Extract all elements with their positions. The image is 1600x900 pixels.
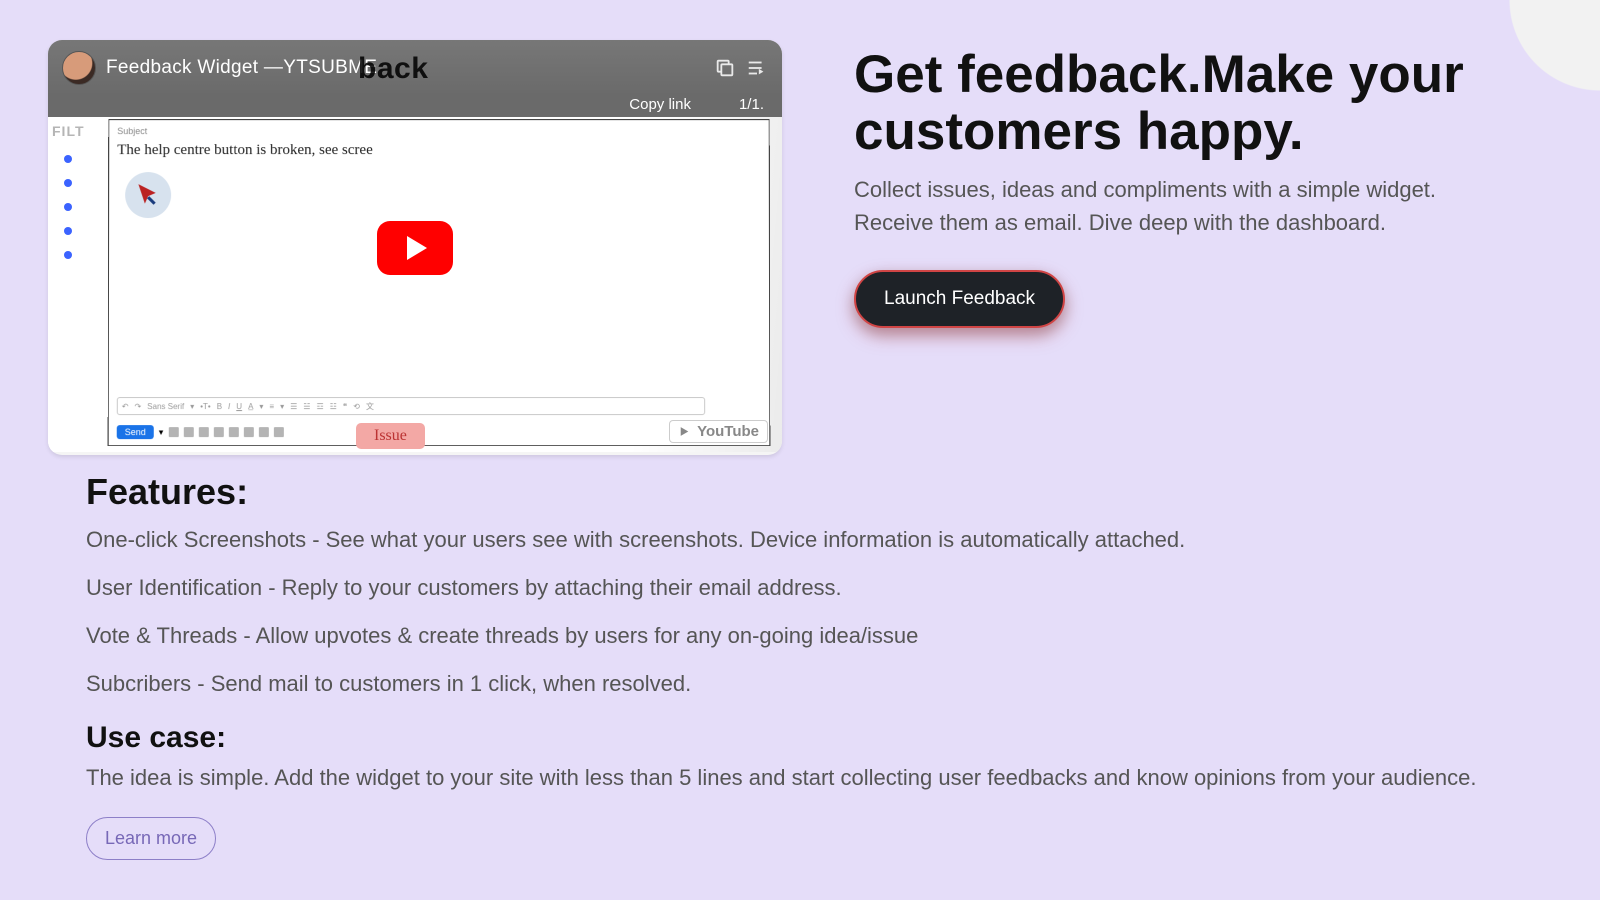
feature-item: User Identification - Reply to your cust… [86,575,1514,601]
video-body: FILT Subject The help centre button is b… [48,117,782,452]
bullet-icon [64,227,72,235]
channel-avatar [62,51,96,85]
features-heading: Features: [86,471,1514,513]
overlay-title: back [358,52,428,86]
bullet-icon [64,155,72,163]
feature-item: One-click Screenshots - See what your us… [86,527,1514,553]
bullet-icon [64,203,72,211]
copy-link-label: Copy link [629,96,691,113]
pager-label: 1/1. [739,96,764,113]
video-subheader: Copy link 1/1. [48,96,782,117]
subject-label: Subject [117,126,760,136]
bullet-icon [64,251,72,259]
send-button: Send [117,425,154,439]
learn-more-button[interactable]: Learn more [86,817,216,860]
video-header: Feedback Widget —YTSUBME back [48,40,782,96]
cursor-icon [125,172,171,218]
copy-icon [714,57,736,79]
bullet-icon [64,179,72,187]
compose-message: The help centre button is broken, see sc… [117,142,761,159]
corner-decoration [1480,0,1600,120]
compose-send-row: Send ▾ [117,425,762,439]
youtube-badge: YouTube [669,420,768,443]
usecase-text: The idea is simple. Add the widget to yo… [86,765,1514,791]
lower-section: Features: One-click Screenshots - See wh… [0,455,1600,860]
filter-label: FILT [52,123,104,139]
play-button-icon[interactable] [377,221,453,275]
compose-panel: Subject The help centre button is broken… [108,119,771,446]
issue-chip: Issue [356,423,425,449]
hero-description: Collect issues, ideas and compliments wi… [854,174,1512,239]
feature-item: Subcribers - Send mail to customers in 1… [86,671,1514,697]
compose-toolbar: ↶↷Sans Serif▾•T•BIUA̲▾≡▾☰☱☲☳❝⟲文 [117,397,705,415]
youtube-label: YouTube [697,423,759,440]
feature-item: Vote & Threads - Allow upvotes & create … [86,623,1514,649]
hero-title: Get feedback.Make your customers happy. [854,46,1512,160]
launch-feedback-button[interactable]: Launch Feedback [854,270,1065,328]
video-sidebar: FILT [48,117,108,452]
hero-text: Get feedback.Make your customers happy. … [854,40,1552,455]
usecase-heading: Use case: [86,721,1514,755]
playlist-icon [746,57,768,79]
video-thumbnail[interactable]: Feedback Widget —YTSUBME back Copy link … [48,40,782,455]
